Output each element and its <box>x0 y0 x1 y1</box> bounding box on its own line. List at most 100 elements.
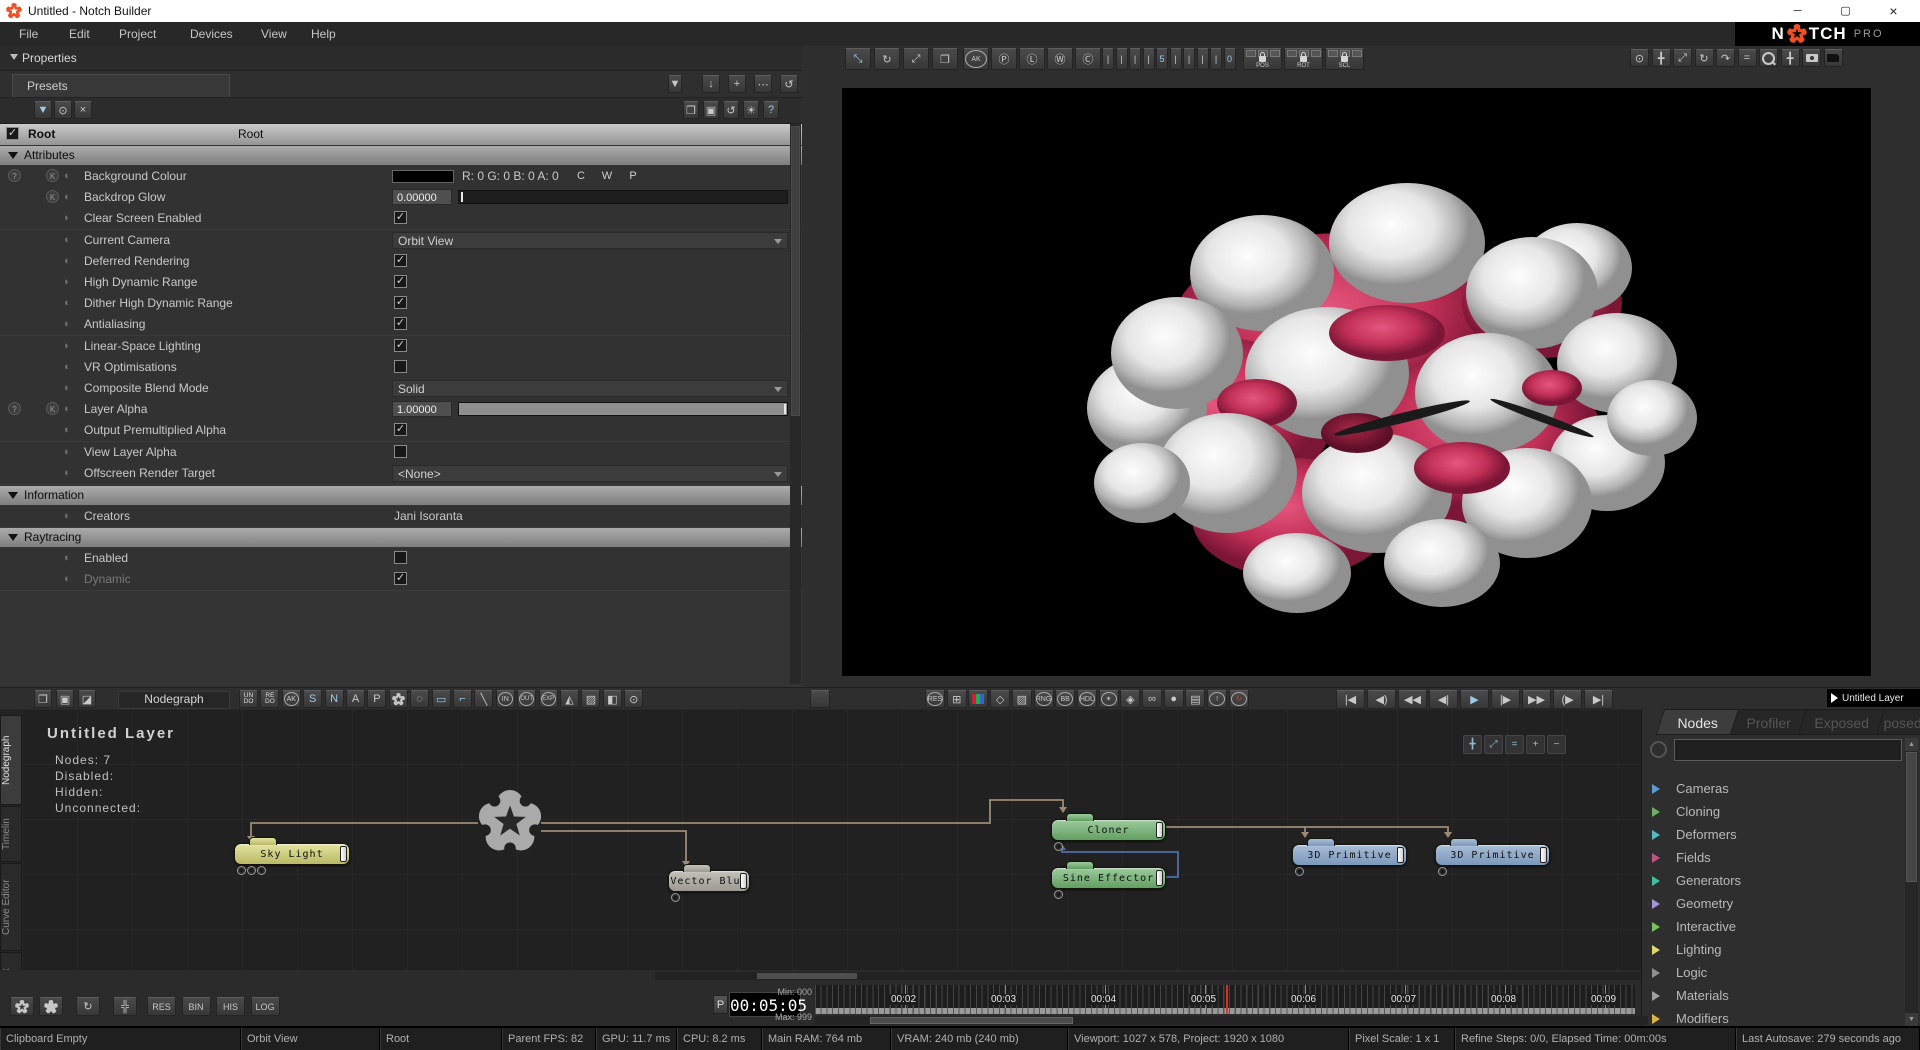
property-row[interactable]: ◐Antialiasing✓ <box>0 314 802 336</box>
redo-button[interactable]: RE DO <box>260 690 279 708</box>
anim-tick-7[interactable]: | <box>1197 48 1209 70</box>
node-input-tab[interactable] <box>1307 838 1335 846</box>
property-row[interactable]: ◐CreatorsJani Isoranta <box>0 506 802 528</box>
add-preset-icon[interactable]: + <box>728 75 746 93</box>
pan-view-icon[interactable]: ╋ <box>1652 49 1671 67</box>
play-mode-button[interactable]: P <box>713 995 728 1014</box>
properties-scrollbar[interactable] <box>790 124 801 684</box>
node-output-port[interactable] <box>1156 870 1163 886</box>
copy-node-icon[interactable]: ❐ <box>34 690 52 708</box>
slider-cursor[interactable] <box>461 192 463 202</box>
property-toggle-icon[interactable]: ◐ <box>64 255 71 267</box>
help-icon[interactable]: ? <box>763 101 779 119</box>
save-preset-icon[interactable]: ↓ <box>702 75 720 93</box>
checkbox[interactable]: ✓ <box>394 254 407 267</box>
property-row[interactable]: ◐Output Premultiplied Alpha✓ <box>0 420 802 442</box>
slider-track[interactable] <box>458 190 788 204</box>
slider-track[interactable] <box>458 402 788 416</box>
property-toggle-icon[interactable]: ◐ <box>64 510 71 522</box>
settings-gear-icon[interactable] <box>810 690 830 708</box>
anim-tick-9[interactable]: 0 <box>1224 48 1236 70</box>
anim-tick-0[interactable]: | <box>1102 48 1114 70</box>
nodegraph-label[interactable]: Nodegraph <box>118 691 230 709</box>
checkbox[interactable]: ✓ <box>394 317 407 330</box>
value-field[interactable]: 1.00000 <box>392 401 452 417</box>
color-swatch[interactable] <box>392 170 454 183</box>
nodes-scroll-thumb[interactable] <box>1906 752 1917 882</box>
root-enabled-checkbox[interactable]: ✓ <box>6 127 19 140</box>
expand-arrow-icon[interactable] <box>1652 1014 1660 1024</box>
auto-key-icon[interactable]: AK <box>963 48 989 70</box>
step-back-button[interactable]: ◀| <box>1429 690 1458 709</box>
property-row[interactable]: ◐Offscreen Render Target<None> <box>0 463 802 485</box>
graph-zoom-in-icon[interactable]: + <box>1526 735 1545 754</box>
anim-tick-3[interactable]: | <box>1143 48 1155 70</box>
timeline-scroll-handle[interactable] <box>870 1017 1073 1024</box>
expand-arrow-icon[interactable] <box>1652 899 1660 909</box>
checkbox[interactable]: ✓ <box>394 423 407 436</box>
auto-key-icon[interactable]: AK <box>282 690 301 708</box>
warning-icon[interactable]: ! <box>1207 690 1227 708</box>
graph-node-3d-primitive[interactable]: 3D Primitive <box>1292 844 1407 866</box>
copy-attributes-icon[interactable]: ❐ <box>683 101 699 119</box>
node-param-port[interactable] <box>671 893 680 902</box>
graph-node-cloner[interactable]: Cloner <box>1051 819 1166 841</box>
property-toggle-icon[interactable]: ◐ <box>64 212 71 224</box>
line-connection-icon[interactable]: ╲ <box>474 690 493 708</box>
nodes-scrollbar[interactable]: ▲ ▼ <box>1905 738 1918 1026</box>
checkbox[interactable] <box>394 551 407 564</box>
property-toggle-icon[interactable]: ◐ <box>64 446 71 458</box>
tracks-icon[interactable]: ╬ <box>113 997 137 1016</box>
category-generators[interactable]: Generators <box>1642 869 1902 892</box>
render-settings-icon[interactable] <box>10 997 34 1016</box>
graph-actual-icon[interactable]: = <box>1505 735 1524 754</box>
property-toggle-icon[interactable]: ◐ <box>64 191 71 203</box>
property-toggle-icon[interactable]: ◐ <box>64 467 71 479</box>
node-input-tab[interactable] <box>683 864 711 872</box>
clear-filter-icon[interactable]: × <box>74 101 92 119</box>
key-position-icon[interactable]: Ⓟ <box>991 48 1017 70</box>
expand-arrow-icon[interactable] <box>1652 784 1660 794</box>
node-param-port[interactable] <box>237 866 246 875</box>
timeline-scrollbar[interactable] <box>815 1016 1648 1025</box>
scale-tool-icon[interactable]: ⤢ <box>903 48 929 70</box>
orbit-view-icon[interactable]: ↷ <box>1716 49 1735 67</box>
handles-icon[interactable]: HDL <box>1077 690 1097 708</box>
root-node-row[interactable]: ✓ Root Root <box>0 124 802 145</box>
region-icon[interactable]: ❐ <box>932 48 958 70</box>
bin-button[interactable]: BIN <box>182 997 211 1016</box>
anim-tick-6[interactable]: | <box>1183 48 1195 70</box>
active-layer-badge[interactable]: Untitled Layer <box>1827 689 1920 707</box>
property-row[interactable]: ◐Current CameraOrbit View <box>0 230 802 252</box>
res-button[interactable]: RES <box>147 997 176 1016</box>
section-header-attributes[interactable]: Attributes <box>0 146 802 165</box>
menu-item-view[interactable]: View <box>252 22 296 46</box>
anim-tick-1[interactable]: | <box>1116 48 1128 70</box>
node-output-port[interactable] <box>1156 822 1163 838</box>
checkbox[interactable]: ✓ <box>394 339 407 352</box>
maximize-button[interactable]: ▢ <box>1823 0 1868 22</box>
filter-icon[interactable]: ▼ <box>34 101 52 119</box>
panel-tab-timelin[interactable]: Timelin <box>0 806 22 862</box>
highlight-icon[interactable]: ☀ <box>743 101 759 119</box>
lasso-select-icon[interactable]: ◌ <box>410 690 429 708</box>
menu-item-help[interactable]: Help <box>302 22 345 46</box>
playhead[interactable] <box>1226 985 1228 1014</box>
property-toggle-icon[interactable]: ◐ <box>64 552 71 564</box>
property-toggle-icon[interactable]: ◐ <box>64 382 71 394</box>
checkbox[interactable]: ✓ <box>394 211 407 224</box>
his-button[interactable]: HIS <box>216 997 245 1016</box>
rotate-view-icon[interactable]: ↻ <box>1695 49 1714 67</box>
expand-arrow-icon[interactable] <box>1652 945 1660 955</box>
menu-item-file[interactable]: File <box>10 22 47 46</box>
expand-arrow-icon[interactable] <box>1652 922 1660 932</box>
checkbox[interactable]: ✓ <box>394 275 407 288</box>
property-row[interactable]: ◐Deferred Rendering✓ <box>0 251 802 273</box>
property-row[interactable]: ◐Clear Screen Enabled✓ <box>0 208 802 230</box>
node-param-port[interactable] <box>1054 890 1063 899</box>
lock-rot-button[interactable]: ROT <box>1284 48 1323 70</box>
properties-scroll-thumb[interactable] <box>791 126 800 416</box>
question-icon[interactable]: ? <box>8 169 21 182</box>
wireframe-icon[interactable]: ◇ <box>990 690 1010 708</box>
fit-view-icon[interactable]: ⤢ <box>1673 49 1692 67</box>
